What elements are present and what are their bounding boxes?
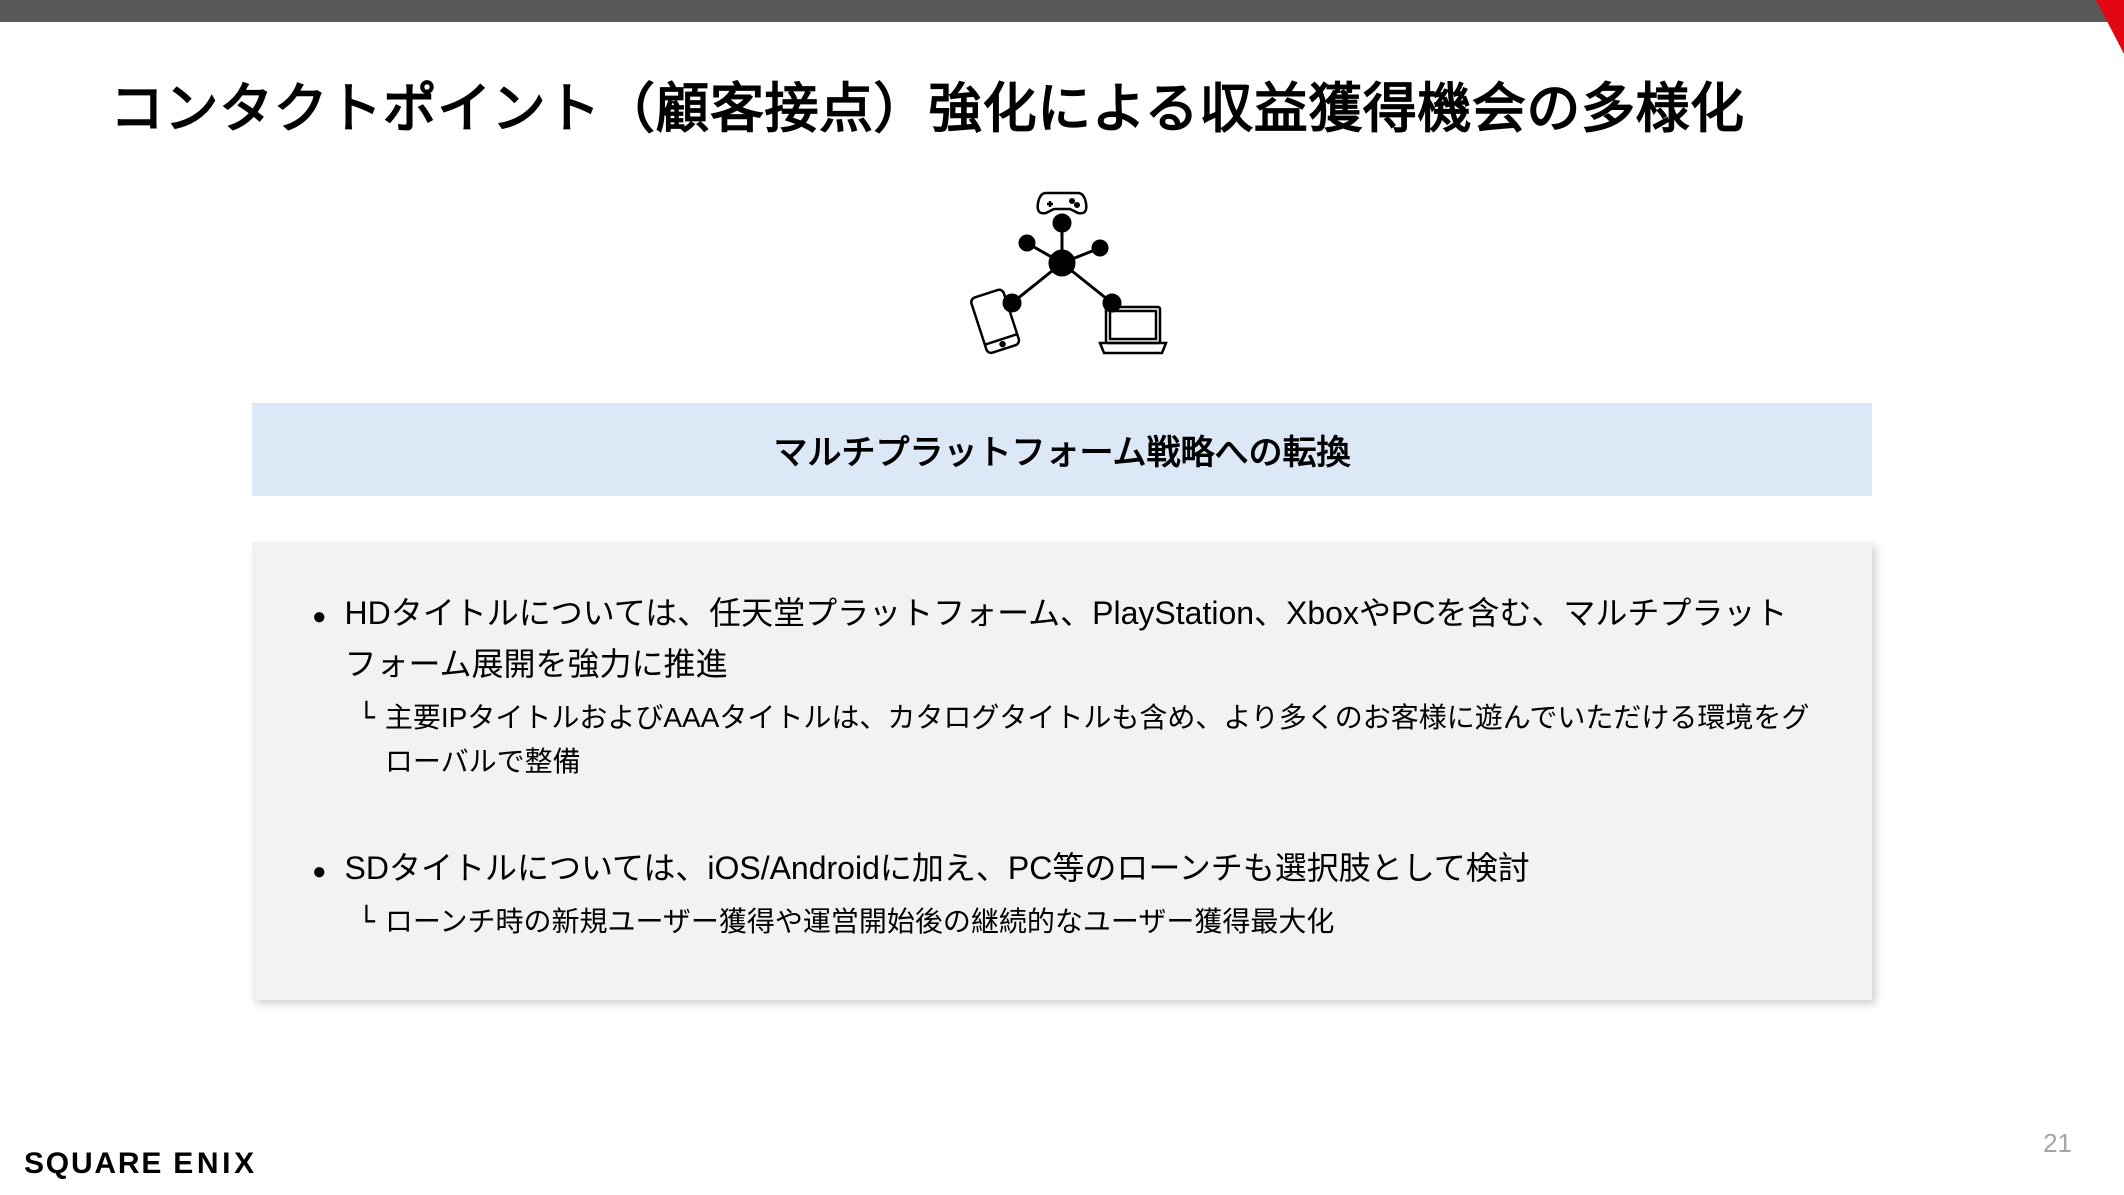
- slide-title: コンタクトポイント（顧客接点）強化による収益獲得機会の多様化: [110, 64, 2124, 143]
- bullet-2-sub: └ ローンチ時の新規ユーザー獲得や運営開始後の継続的なユーザー獲得最大化: [358, 900, 1812, 943]
- bullet-2-sub-text: ローンチ時の新規ユーザー獲得や運営開始後の継続的なユーザー獲得最大化: [385, 900, 1334, 943]
- bullet-1: ● HDタイトルについては、任天堂プラットフォーム、PlayStation、Xb…: [312, 588, 1812, 690]
- bullet-mark-icon: ●: [312, 598, 327, 636]
- platform-cluster-icon: [952, 173, 1172, 373]
- bullet-mark-icon: ●: [312, 853, 327, 891]
- laptop-icon: [1100, 307, 1166, 353]
- top-bar: [0, 0, 2124, 22]
- strategy-banner: マルチプラットフォーム戦略への転換: [252, 403, 1872, 496]
- bullet-1-text: HDタイトルについては、任天堂プラットフォーム、PlayStation、Xbox…: [345, 588, 1813, 690]
- network-hub-icon: [1004, 215, 1120, 311]
- bullet-1-sub: └ 主要IPタイトルおよびAAAタイトルは、カタログタイトルも含め、より多くのお…: [358, 696, 1812, 783]
- tree-branch-icon: └: [358, 696, 375, 739]
- game-controller-icon: [1038, 193, 1087, 213]
- bullet-2: ● SDタイトルについては、iOS/Androidに加え、PC等のローンチも選択…: [312, 843, 1812, 894]
- page-number: 21: [2043, 1128, 2072, 1159]
- brand-logo: SQUARE ENIX: [24, 1147, 258, 1181]
- bullet-2-text: SDタイトルについては、iOS/Androidに加え、PC等のローンチも選択肢と…: [345, 843, 1530, 894]
- content-box: ● HDタイトルについては、任天堂プラットフォーム、PlayStation、Xb…: [252, 542, 1872, 1000]
- tree-branch-icon: └: [358, 900, 375, 943]
- bullet-1-sub-text: 主要IPタイトルおよびAAAタイトルは、カタログタイトルも含め、より多くのお客様…: [385, 696, 1812, 783]
- corner-accent: [2096, 0, 2124, 54]
